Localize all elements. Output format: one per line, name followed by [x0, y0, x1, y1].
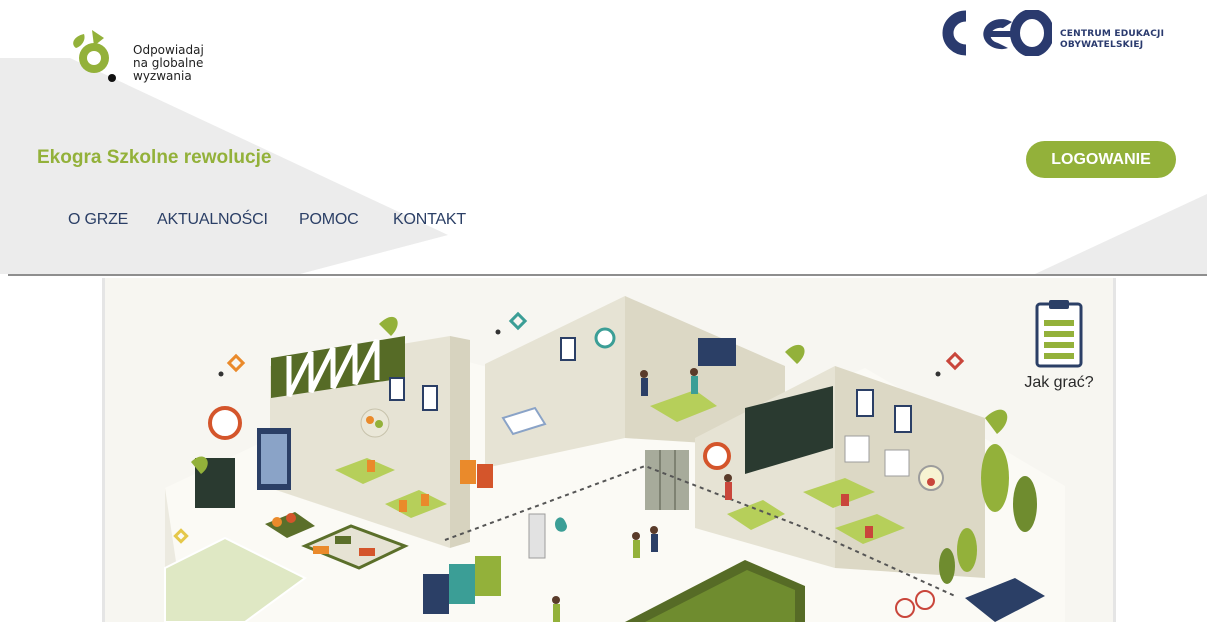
- brand-tagline: Odpowiadaj na globalne wyzwania: [133, 43, 204, 83]
- ceo-logo-icon: [942, 10, 1052, 56]
- clipboard-icon: [1035, 300, 1083, 368]
- game-frame: [102, 278, 1116, 622]
- site-title: Ekogra Szkolne rewolucje: [37, 147, 272, 168]
- partner-name: CENTRUM EDUKACJI OBYWATELSKIEJ: [1060, 29, 1165, 50]
- school-map-illustration[interactable]: [105, 278, 1113, 622]
- login-button[interactable]: LOGOWANIE: [1026, 141, 1176, 178]
- site-header: Odpowiadaj na globalne wyzwania CENTRUM …: [0, 0, 1207, 276]
- nav-item-aktualnosci[interactable]: AKTUALNOŚCI: [157, 211, 268, 229]
- header-divider: [8, 274, 1207, 276]
- nav-item-pomoc[interactable]: POMOC: [299, 211, 359, 229]
- globalne-wyzwania-logo-icon: [73, 30, 116, 82]
- how-to-play-label: Jak grać?: [1024, 374, 1094, 391]
- nav-item-o-grze[interactable]: O GRZE: [68, 211, 128, 229]
- how-to-play-button[interactable]: Jak grać?: [1022, 298, 1096, 398]
- nav-item-kontakt[interactable]: KONTAKT: [393, 211, 466, 229]
